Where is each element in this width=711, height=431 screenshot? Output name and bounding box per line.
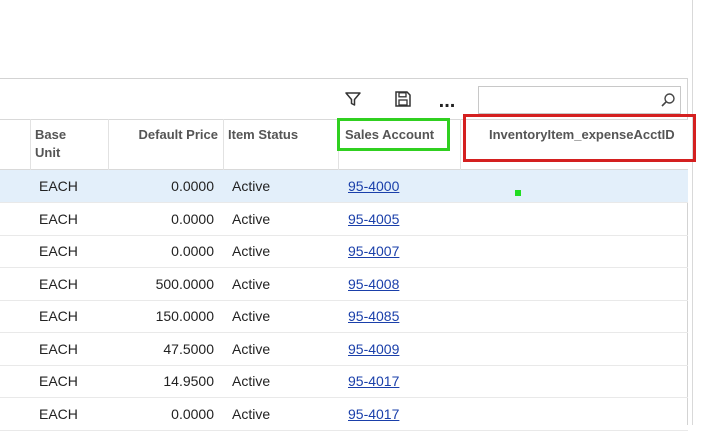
- cell-sales-account: 95-4007: [348, 242, 458, 260]
- cell-default-price: 0.0000: [171, 211, 214, 227]
- cell-sales-account: 95-4000: [348, 177, 458, 195]
- column-header-item-status[interactable]: Item Status: [223, 119, 338, 170]
- cell-item-status: Active: [232, 308, 271, 324]
- more-options-button[interactable]: ...: [436, 90, 458, 112]
- search-icon[interactable]: [660, 92, 676, 108]
- sales-account-link[interactable]: 95-4085: [348, 308, 399, 324]
- sales-account-link[interactable]: 95-4009: [348, 341, 399, 357]
- cell-default-price: 150.0000: [155, 308, 214, 324]
- cell-base-unit: EACH: [39, 178, 78, 194]
- cell-base-unit: EACH: [39, 373, 78, 389]
- cursor-marker: [515, 190, 521, 196]
- highlight-box-expense-acct: [463, 114, 696, 162]
- cell-default-price: 0.0000: [171, 178, 214, 194]
- sales-account-link[interactable]: 95-4017: [348, 373, 399, 389]
- column-header-label: Unit: [35, 145, 61, 160]
- highlight-box-sales-account: [337, 118, 450, 151]
- cell-sales-account: 95-4085: [348, 307, 458, 325]
- column-header-label: Base: [35, 127, 67, 142]
- table-row[interactable]: EACH 0.0000 Active 95-4000: [0, 170, 688, 203]
- column-divider: [460, 119, 461, 170]
- cell-sales-account: 95-4017: [348, 405, 458, 423]
- panel-divider: [692, 0, 693, 425]
- floppy-disk-icon: [395, 91, 411, 107]
- cell-base-unit: EACH: [39, 243, 78, 259]
- cell-item-status: Active: [232, 341, 271, 357]
- cell-default-price: 47.5000: [163, 341, 214, 357]
- cell-base-unit: EACH: [39, 276, 78, 292]
- cell-item-status: Active: [232, 178, 271, 194]
- table-row[interactable]: EACH 0.0000 Active 95-4005: [0, 203, 688, 236]
- table-row[interactable]: EACH 14.9500 Active 95-4017: [0, 365, 688, 398]
- column-header-base-unit[interactable]: Base Unit: [30, 119, 108, 170]
- cell-item-status: Active: [232, 373, 271, 389]
- sales-account-link[interactable]: 95-4005: [348, 211, 399, 227]
- cell-default-price: 0.0000: [171, 243, 214, 259]
- cell-default-price: 500.0000: [155, 276, 214, 292]
- table-row[interactable]: EACH 47.5000 Active 95-4009: [0, 333, 688, 366]
- cell-base-unit: EACH: [39, 406, 78, 422]
- cell-base-unit: EACH: [39, 211, 78, 227]
- cell-default-price: 14.9500: [163, 373, 214, 389]
- cell-base-unit: EACH: [39, 308, 78, 324]
- search-input[interactable]: [483, 88, 662, 114]
- cell-sales-account: 95-4008: [348, 275, 458, 293]
- filter-button[interactable]: [342, 88, 364, 110]
- table-row[interactable]: EACH 500.0000 Active 95-4008: [0, 268, 688, 301]
- search-box[interactable]: [478, 86, 681, 114]
- cell-base-unit: EACH: [39, 341, 78, 357]
- cell-item-status: Active: [232, 211, 271, 227]
- cell-item-status: Active: [232, 243, 271, 259]
- page-top-area: [0, 0, 711, 78]
- cell-sales-account: 95-4009: [348, 340, 458, 358]
- sales-account-link[interactable]: 95-4000: [348, 178, 399, 194]
- table-row[interactable]: EACH 150.0000 Active 95-4085: [0, 300, 688, 333]
- cell-item-status: Active: [232, 276, 271, 292]
- cell-default-price: 0.0000: [171, 406, 214, 422]
- save-button[interactable]: [392, 88, 414, 110]
- cell-sales-account: 95-4005: [348, 210, 458, 228]
- column-header-default-price[interactable]: Default Price: [108, 119, 223, 170]
- more-options-label: ...: [438, 89, 456, 112]
- column-header-label: Default Price: [138, 127, 218, 142]
- sales-account-link[interactable]: 95-4017: [348, 406, 399, 422]
- table-row[interactable]: EACH 0.0000 Active 95-4007: [0, 235, 688, 268]
- filter-icon: [345, 92, 361, 106]
- sales-account-link[interactable]: 95-4008: [348, 276, 399, 292]
- column-header-label: Item Status: [228, 127, 299, 142]
- cell-item-status: Active: [232, 406, 271, 422]
- cell-sales-account: 95-4017: [348, 372, 458, 390]
- table-row[interactable]: EACH 0.0000 Active 95-4017: [0, 398, 688, 431]
- sales-account-link[interactable]: 95-4007: [348, 243, 399, 259]
